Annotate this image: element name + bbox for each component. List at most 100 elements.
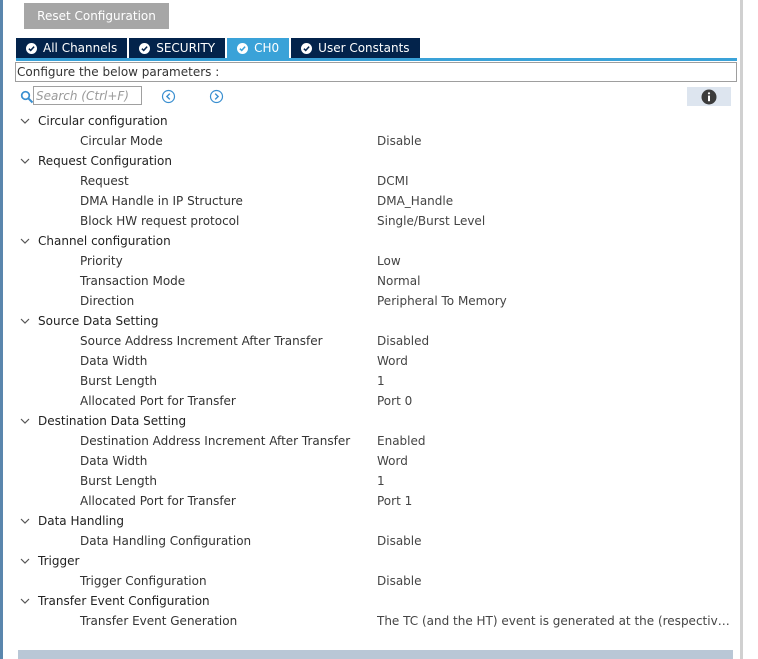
tab-label: All Channels (43, 41, 118, 55)
info-button[interactable] (687, 87, 731, 106)
search-input[interactable] (33, 86, 142, 105)
parameter-value[interactable]: 1 (377, 471, 385, 491)
check-icon (237, 42, 249, 54)
group-label: Trigger (38, 554, 80, 568)
check-icon (301, 42, 313, 54)
tab-security[interactable]: SECURITY (129, 38, 226, 58)
parameter-value[interactable]: Disable (377, 131, 422, 151)
parameter-label: Burst Length (80, 374, 157, 388)
parameter-row[interactable]: DMA Handle in IP Structure DMA_Handle (16, 191, 736, 211)
tab-underline (16, 58, 737, 61)
tab-all-channels[interactable]: All Channels (16, 38, 128, 58)
parameter-label: Block HW request protocol (80, 214, 240, 228)
parameter-label: DMA Handle in IP Structure (80, 194, 243, 208)
info-icon (701, 89, 717, 104)
chevron-down-icon[interactable] (20, 156, 30, 166)
parameter-value[interactable]: Peripheral To Memory (377, 291, 507, 311)
chevron-right-circle-icon[interactable] (209, 89, 224, 104)
chevron-down-icon[interactable] (20, 596, 30, 606)
parameter-label: Transaction Mode (80, 274, 186, 288)
parameter-row[interactable]: Data Width Word (16, 451, 736, 471)
tree-group-row[interactable]: Destination Data Setting (16, 411, 736, 431)
parameter-label: Allocated Port for Transfer (80, 494, 236, 508)
chevron-down-icon[interactable] (20, 316, 30, 326)
parameter-value[interactable]: Normal (377, 271, 420, 291)
parameter-row[interactable]: Trigger Configuration Disable (16, 571, 736, 591)
tab-label: SECURITY (156, 41, 216, 55)
chevron-down-icon[interactable] (20, 236, 30, 246)
parameter-label: Priority (80, 254, 123, 268)
chevron-down-icon[interactable] (20, 116, 30, 126)
parameter-label: Data Width (80, 354, 148, 368)
parameter-label: Request (80, 174, 129, 188)
group-label: Circular configuration (38, 114, 168, 128)
tree-group-row[interactable]: Data Handling (16, 511, 736, 531)
left-panel-border (0, 0, 3, 659)
right-panel-border (740, 0, 743, 659)
parameter-label: Allocated Port for Transfer (80, 394, 236, 408)
group-label: Channel configuration (38, 234, 171, 248)
parameter-label: Direction (80, 294, 135, 308)
parameter-value[interactable]: Low (377, 251, 401, 271)
parameter-row[interactable]: Allocated Port for Transfer Port 1 (16, 491, 736, 511)
tree-group-row[interactable]: Trigger (16, 551, 736, 571)
chevron-down-icon[interactable] (20, 516, 30, 526)
parameter-label: Transfer Event Generation (80, 614, 238, 628)
configure-parameters-label: Configure the below parameters : (15, 62, 737, 82)
horizontal-scrollbar[interactable] (18, 650, 733, 659)
parameter-value[interactable]: The TC (and the HT) event is generated a… (377, 611, 733, 631)
search-icon (20, 90, 34, 104)
parameter-row[interactable]: Allocated Port for Transfer Port 0 (16, 391, 736, 411)
parameter-row[interactable]: Burst Length 1 (16, 371, 736, 391)
parameter-value[interactable]: Disable (377, 571, 422, 591)
parameter-value[interactable]: Word (377, 351, 408, 371)
parameter-row[interactable]: Priority Low (16, 251, 736, 271)
parameter-row[interactable]: Transaction Mode Normal (16, 271, 736, 291)
tree-group-row[interactable]: Transfer Event Configuration (16, 591, 736, 611)
parameter-row[interactable]: Direction Peripheral To Memory (16, 291, 736, 311)
parameter-row[interactable]: Request DCMI (16, 171, 736, 191)
parameter-value[interactable]: Word (377, 451, 408, 471)
chevron-down-icon[interactable] (20, 416, 30, 426)
parameter-row[interactable]: Circular Mode Disable (16, 131, 736, 151)
check-icon (26, 42, 37, 54)
parameter-value[interactable]: Single/Burst Level (377, 211, 485, 231)
check-icon (139, 42, 151, 54)
parameter-value[interactable]: 1 (377, 371, 385, 391)
parameter-row[interactable]: Transfer Event Generation The TC (and the… (16, 611, 736, 631)
parameter-row[interactable]: Data Width Word (16, 351, 736, 371)
parameter-value[interactable]: Port 0 (377, 391, 412, 411)
parameter-row[interactable]: Burst Length 1 (16, 471, 736, 491)
group-label: Data Handling (38, 514, 124, 528)
group-label: Request Configuration (38, 154, 172, 168)
parameter-row[interactable]: Block HW request protocol Single/Burst Le… (16, 211, 736, 231)
parameter-value[interactable]: Port 1 (377, 491, 412, 511)
tab-user-constants[interactable]: User Constants (291, 38, 420, 58)
parameter-value[interactable]: Disabled (377, 331, 429, 351)
tree-group-row[interactable]: Request Configuration (16, 151, 736, 171)
parameter-tree: Circular configuration Circular Mode Disab… (16, 111, 736, 631)
parameter-value[interactable]: DMA_Handle (377, 191, 453, 211)
tab-ch0[interactable]: CH0 (227, 38, 290, 58)
chevron-down-icon[interactable] (20, 556, 30, 566)
group-label: Destination Data Setting (38, 414, 187, 428)
parameter-row[interactable]: Data Handling Configuration Disable (16, 531, 736, 551)
chevron-left-circle-icon[interactable] (161, 89, 176, 104)
tab-label: User Constants (318, 41, 410, 55)
tab-bar: All Channels SECURITY CH0 User Constants (16, 38, 422, 58)
tree-group-row[interactable]: Source Data Setting (16, 311, 736, 331)
parameter-value[interactable]: Disable (377, 531, 422, 551)
parameter-label: Trigger Configuration (80, 574, 207, 588)
parameter-label: Data Width (80, 454, 148, 468)
group-label: Transfer Event Configuration (38, 594, 210, 608)
parameter-row[interactable]: Source Address Increment After Transfer D… (16, 331, 736, 351)
parameter-label: Burst Length (80, 474, 157, 488)
parameter-value[interactable]: DCMI (377, 171, 409, 191)
reset-configuration-button[interactable]: Reset Configuration (24, 3, 169, 29)
parameter-row[interactable]: Destination Address Increment After Tran… (16, 431, 736, 451)
tree-group-row[interactable]: Circular configuration (16, 111, 736, 131)
group-label: Source Data Setting (38, 314, 159, 328)
parameter-value[interactable]: Enabled (377, 431, 426, 451)
tree-group-row[interactable]: Channel configuration (16, 231, 736, 251)
parameter-label: Source Address Increment After Transfer (80, 334, 323, 348)
